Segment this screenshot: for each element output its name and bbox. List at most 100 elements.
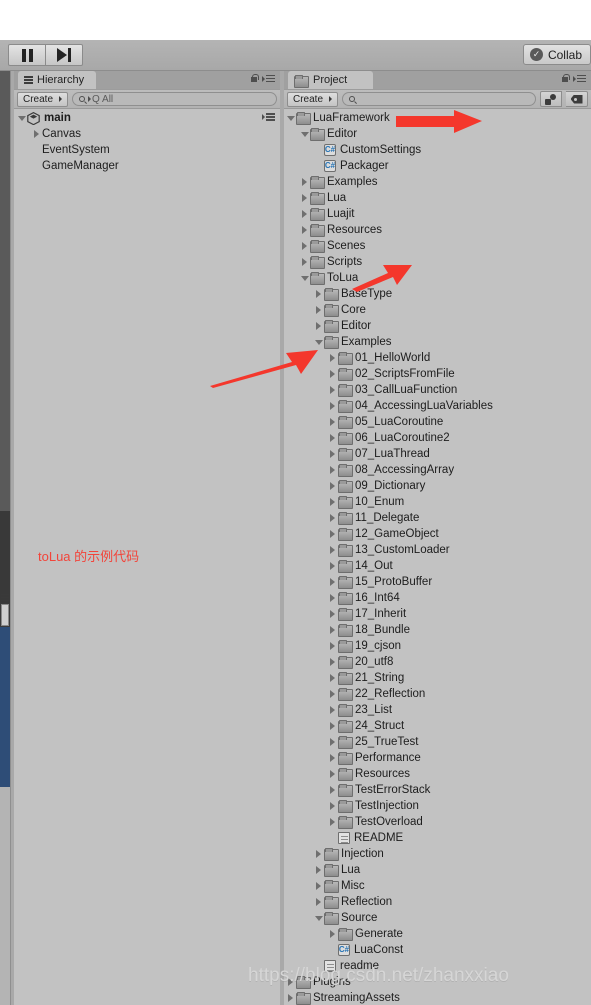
tree-row[interactable]: 23_List <box>284 702 591 718</box>
twirl-toggle[interactable] <box>299 210 310 218</box>
filter-by-type-button[interactable] <box>540 91 562 107</box>
twirl-toggle[interactable] <box>327 498 338 506</box>
filter-by-label-button[interactable] <box>566 91 588 107</box>
twirl-toggle[interactable] <box>313 898 324 906</box>
twirl-toggle[interactable] <box>299 131 310 137</box>
tree-row[interactable]: Misc <box>284 878 591 894</box>
twirl-toggle[interactable] <box>299 275 310 281</box>
twirl-toggle[interactable] <box>313 322 324 330</box>
tree-row[interactable]: 08_AccessingArray <box>284 462 591 478</box>
twirl-toggle[interactable] <box>327 674 338 682</box>
scene-view-strip[interactable] <box>0 71 10 1005</box>
tree-row[interactable]: TestInjection <box>284 798 591 814</box>
twirl-toggle[interactable] <box>313 915 324 921</box>
tree-row[interactable]: TestOverload <box>284 814 591 830</box>
twirl-toggle[interactable] <box>299 242 310 250</box>
twirl-toggle[interactable] <box>327 450 338 458</box>
twirl-toggle[interactable] <box>327 594 338 602</box>
collab-button[interactable]: ✓ Collab <box>522 44 591 65</box>
tree-row[interactable]: Lua <box>284 862 591 878</box>
twirl-toggle[interactable] <box>299 258 310 266</box>
tree-row[interactable]: Core <box>284 302 591 318</box>
tree-row[interactable]: Editor <box>284 126 591 142</box>
twirl-toggle[interactable] <box>327 930 338 938</box>
twirl-toggle[interactable] <box>327 466 338 474</box>
project-create-button[interactable]: Create <box>287 91 339 107</box>
twirl-toggle[interactable] <box>327 818 338 826</box>
twirl-toggle[interactable] <box>327 690 338 698</box>
twirl-toggle[interactable] <box>327 738 338 746</box>
tree-row[interactable]: C# Packager <box>284 158 591 174</box>
tree-row[interactable]: 17_Inherit <box>284 606 591 622</box>
tree-row[interactable]: Editor <box>284 318 591 334</box>
tree-row[interactable]: ToLua <box>284 270 591 286</box>
tree-row[interactable]: 14_Out <box>284 558 591 574</box>
panel-menu-icon[interactable] <box>573 74 586 83</box>
tree-row[interactable]: 03_CallLuaFunction <box>284 382 591 398</box>
tree-row[interactable]: 16_Int64 <box>284 590 591 606</box>
twirl-toggle[interactable] <box>327 706 338 714</box>
twirl-toggle[interactable] <box>327 354 338 362</box>
twirl-toggle[interactable] <box>327 578 338 586</box>
twirl-toggle[interactable] <box>327 802 338 810</box>
panel-menu-icon[interactable] <box>262 74 275 83</box>
tree-row[interactable]: Performance <box>284 750 591 766</box>
tree-row[interactable]: Resources <box>284 222 591 238</box>
project-search-input[interactable] <box>342 92 536 106</box>
hierarchy-create-button[interactable]: Create <box>17 91 69 107</box>
twirl-toggle[interactable] <box>313 339 324 345</box>
twirl-toggle[interactable] <box>313 882 324 890</box>
tree-row[interactable]: LuaFramework <box>284 110 591 126</box>
tree-row[interactable]: 21_String <box>284 670 591 686</box>
tree-row[interactable]: 12_GameObject <box>284 526 591 542</box>
tree-row[interactable]: StreamingAssets <box>284 990 591 1005</box>
tree-row[interactable]: Lua <box>284 190 591 206</box>
twirl-toggle[interactable] <box>299 226 310 234</box>
twirl-toggle[interactable] <box>327 514 338 522</box>
twirl-toggle[interactable] <box>327 642 338 650</box>
tree-row[interactable]: 15_ProtoBuffer <box>284 574 591 590</box>
tree-row[interactable]: 10_Enum <box>284 494 591 510</box>
tree-row[interactable]: Scripts <box>284 254 591 270</box>
twirl-toggle[interactable] <box>313 306 324 314</box>
tree-row[interactable]: 09_Dictionary <box>284 478 591 494</box>
tree-row[interactable]: 02_ScriptsFromFile <box>284 366 591 382</box>
twirl-toggle[interactable] <box>327 722 338 730</box>
tree-row[interactable]: 22_Reflection <box>284 686 591 702</box>
twirl-toggle[interactable] <box>313 290 324 298</box>
tree-row[interactable]: TestErrorStack <box>284 782 591 798</box>
tree-row[interactable]: Luajit <box>284 206 591 222</box>
twirl-toggle[interactable] <box>327 754 338 762</box>
scrollbar-handle[interactable] <box>1 604 9 626</box>
step-button[interactable] <box>45 44 83 66</box>
tree-row[interactable]: Injection <box>284 846 591 862</box>
twirl-toggle[interactable] <box>327 610 338 618</box>
tree-row[interactable]: Canvas <box>14 126 280 142</box>
twirl-toggle[interactable] <box>327 386 338 394</box>
twirl-toggle[interactable] <box>299 194 310 202</box>
tree-row[interactable]: EventSystem <box>14 142 280 158</box>
game-view-strip[interactable] <box>0 627 10 787</box>
tree-row[interactable]: Reflection <box>284 894 591 910</box>
tree-row[interactable]: 11_Delegate <box>284 510 591 526</box>
tree-row[interactable]: BaseType <box>284 286 591 302</box>
twirl-toggle[interactable] <box>285 994 296 1002</box>
twirl-toggle[interactable] <box>327 626 338 634</box>
twirl-toggle[interactable] <box>327 770 338 778</box>
twirl-toggle[interactable] <box>313 850 324 858</box>
tree-row[interactable]: Source <box>284 910 591 926</box>
lock-icon[interactable] <box>561 74 570 83</box>
tree-row[interactable]: Examples <box>284 334 591 350</box>
hierarchy-row-menu-icon[interactable] <box>262 113 275 121</box>
scene-menu-icon[interactable] <box>1 594 9 602</box>
tab-hierarchy[interactable]: Hierarchy <box>18 71 97 89</box>
tree-row[interactable]: 20_utf8 <box>284 654 591 670</box>
twirl-toggle[interactable] <box>16 115 27 121</box>
twirl-toggle[interactable] <box>285 115 296 121</box>
twirl-toggle[interactable] <box>31 130 42 138</box>
tree-row[interactable]: 13_CustomLoader <box>284 542 591 558</box>
tree-row[interactable]: 04_AccessingLuaVariables <box>284 398 591 414</box>
twirl-toggle[interactable] <box>327 530 338 538</box>
tree-row[interactable]: 25_TrueTest <box>284 734 591 750</box>
twirl-toggle[interactable] <box>327 370 338 378</box>
